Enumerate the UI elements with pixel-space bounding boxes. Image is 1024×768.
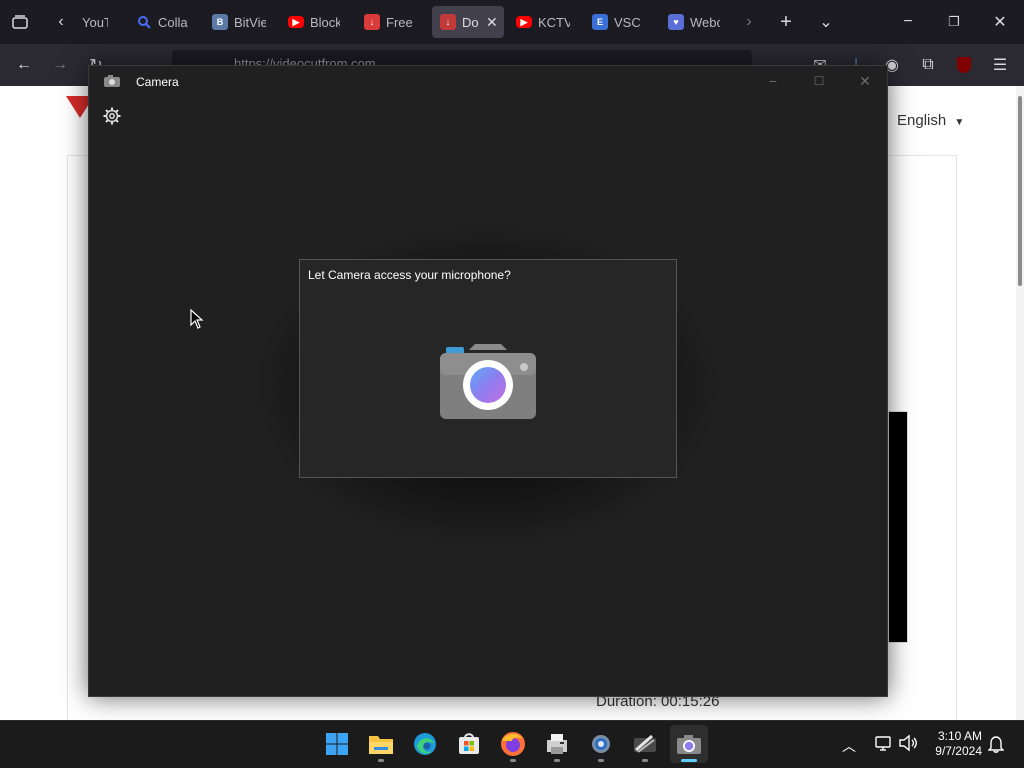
- dialog-prompt-text: Let Camera access your microphone?: [308, 268, 511, 282]
- camera-icon: [677, 735, 701, 754]
- youtube-icon: ▶: [288, 16, 304, 28]
- printer-running-indicator: [554, 759, 560, 762]
- shield-icon: ♥: [668, 14, 684, 30]
- tab-scroll-left-icon[interactable]: ‹: [50, 12, 72, 32]
- tab-youtube[interactable]: YouTi: [82, 6, 118, 38]
- windows-start-icon: [326, 733, 348, 755]
- taskbar-edge[interactable]: [406, 725, 444, 763]
- clock-time: 3:10 AM: [937, 729, 982, 743]
- settings-gear-icon: [592, 735, 610, 753]
- tab-free-y[interactable]: ↓ Free Y: [364, 6, 420, 38]
- file-explorer-running-indicator: [378, 759, 384, 762]
- camera-settings-button[interactable]: [102, 106, 122, 126]
- tab-overview-icon[interactable]: [8, 12, 32, 32]
- store-icon: [459, 733, 479, 754]
- restore-browser-icon[interactable]: ❐: [942, 12, 966, 32]
- camera-app-icon: [103, 74, 121, 93]
- notification-bell-icon[interactable]: [987, 735, 1005, 758]
- scrollbar-thumb[interactable]: [1018, 96, 1022, 286]
- camera-maximize-button[interactable]: ☐: [804, 70, 834, 92]
- folder-icon: [369, 736, 393, 754]
- taskbar-file-explorer[interactable]: [362, 725, 400, 763]
- taskbar-snipping-tool[interactable]: [626, 725, 664, 763]
- edge-icon: [414, 733, 436, 755]
- tab-kctv[interactable]: ▶ KCTV: [516, 6, 572, 38]
- page-scrollbar[interactable]: [1016, 86, 1024, 720]
- extensions-icon[interactable]: ⧉: [916, 54, 940, 76]
- taskbar-firefox[interactable]: [494, 725, 532, 763]
- vsc-icon: E: [592, 14, 608, 30]
- bitview-icon: B: [212, 14, 228, 30]
- ublock-icon[interactable]: [952, 54, 976, 76]
- list-all-tabs-icon[interactable]: ⌄: [814, 12, 838, 32]
- tab-collat[interactable]: Collat: [136, 6, 198, 38]
- new-tab-icon[interactable]: +: [774, 10, 798, 34]
- camera-window-title: Camera: [136, 75, 179, 89]
- network-icon[interactable]: [874, 734, 892, 757]
- tab-scroll-right-icon[interactable]: ›: [738, 12, 760, 32]
- language-selector[interactable]: English ▼: [897, 112, 964, 129]
- camera-running-indicator: [681, 759, 697, 762]
- tab-block[interactable]: ▶ Block: [288, 6, 344, 38]
- caret-down-icon: ▼: [954, 117, 965, 128]
- snipping-tool-running-indicator: [642, 759, 648, 762]
- browser-tab-strip: ‹ YouTi Collat B BitVie ▶ Block ↓ Free Y…: [0, 0, 1024, 44]
- download-icon: ↓: [440, 14, 456, 30]
- download-icon: ↓: [364, 14, 380, 30]
- tab-bitview[interactable]: B BitVie: [212, 6, 268, 38]
- close-tab-icon[interactable]: ✕: [486, 14, 498, 31]
- camera-minimize-button[interactable]: −: [758, 70, 788, 92]
- start-button[interactable]: [318, 725, 356, 763]
- firefox-running-indicator: [510, 759, 516, 762]
- taskbar-settings[interactable]: [582, 725, 620, 763]
- firefox-icon: [501, 732, 525, 756]
- forward-icon[interactable]: →: [48, 54, 72, 76]
- youtube-icon: ▶: [516, 16, 532, 28]
- taskbar-camera[interactable]: [670, 725, 708, 763]
- video-preview[interactable]: [888, 411, 908, 643]
- taskbar-app-printer[interactable]: [538, 725, 576, 763]
- tab-active-do[interactable]: ↓ Do ✕: [432, 6, 504, 38]
- close-browser-icon[interactable]: ✕: [988, 12, 1012, 32]
- tab-webc[interactable]: ♥ Webc: [668, 6, 724, 38]
- menu-icon[interactable]: ☰: [988, 54, 1012, 76]
- minimize-browser-icon[interactable]: −: [896, 12, 920, 32]
- taskbar-microsoft-store[interactable]: [450, 725, 488, 763]
- settings-running-indicator: [598, 759, 604, 762]
- system-clock[interactable]: 3:10 AM 9/7/2024: [924, 729, 982, 759]
- mouse-cursor-icon: [190, 308, 204, 334]
- snipping-tool-icon: [634, 734, 656, 753]
- camera-app-logo-icon: [439, 342, 537, 425]
- clock-date: 9/7/2024: [935, 744, 982, 758]
- camera-close-button[interactable]: ✕: [850, 70, 880, 92]
- show-hidden-icons-chevron-icon[interactable]: ︿: [842, 736, 856, 756]
- tab-vsc[interactable]: E VSC -: [592, 6, 648, 38]
- printer-icon: [547, 734, 567, 754]
- back-icon[interactable]: ←: [12, 54, 36, 76]
- volume-icon[interactable]: [898, 734, 918, 757]
- search-icon: [136, 14, 152, 30]
- gear-icon: [103, 107, 121, 125]
